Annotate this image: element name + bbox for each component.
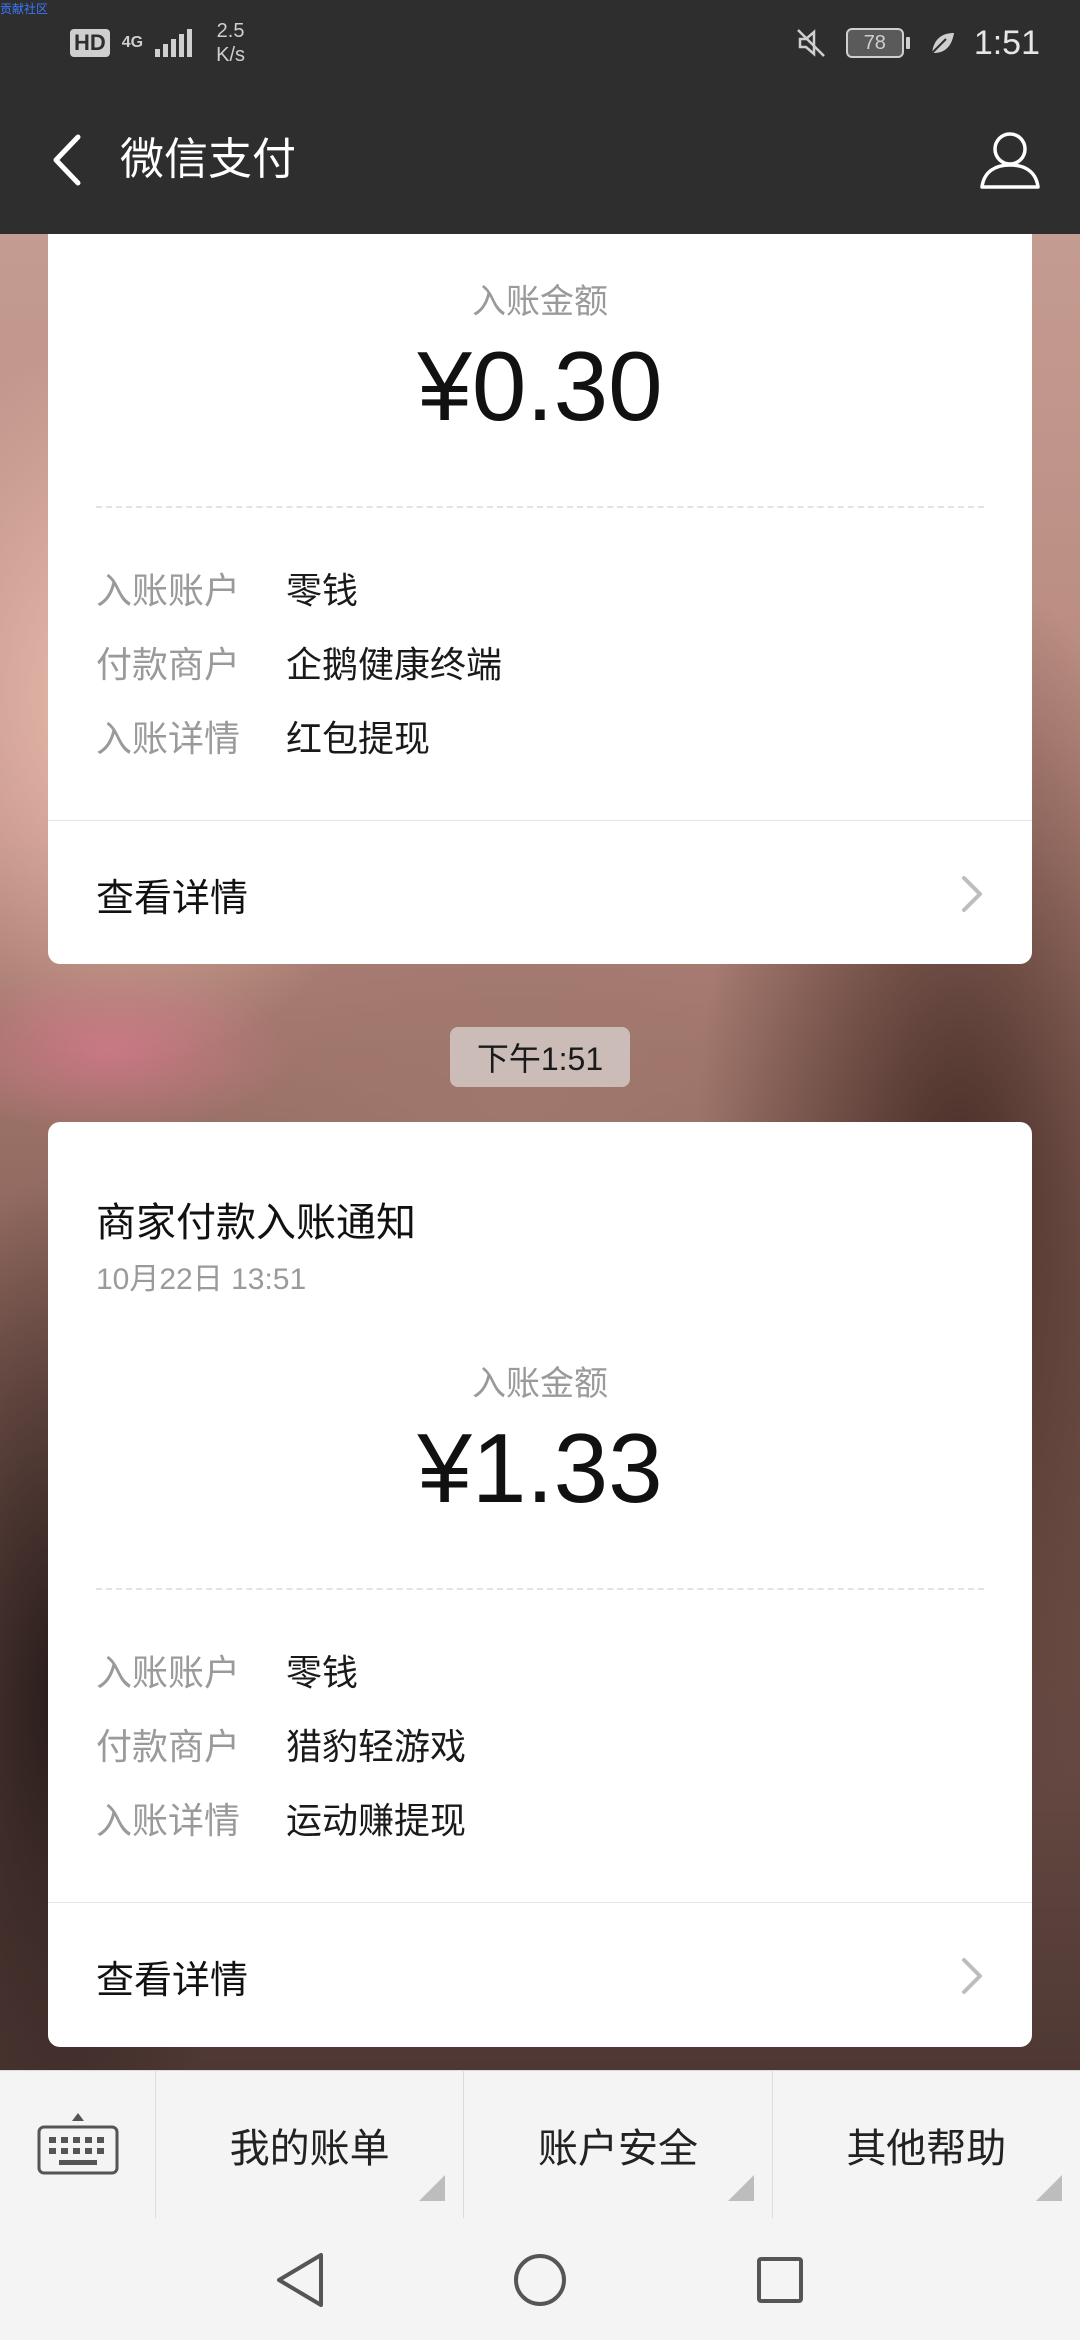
detail-row: 付款商户 企鹅健康终端: [96, 634, 502, 690]
detail-key: 入账账户: [96, 1653, 241, 1694]
nav-home-button[interactable]: [508, 2248, 572, 2312]
bottom-menu: 我的账单 账户安全 其他帮助: [0, 2070, 1080, 2219]
submenu-indicator-icon: [419, 2175, 446, 2201]
circle-home-icon: [514, 2254, 566, 2306]
menu-item-label: 账户安全: [537, 2126, 698, 2172]
signal-strength-icon: [155, 29, 193, 57]
network-type: 4G: [121, 34, 144, 51]
chevron-right-icon: [962, 876, 982, 912]
keyboard-icon: [37, 2113, 119, 2175]
detail-row: 付款商户 猎豹轻游戏: [96, 1716, 466, 1772]
menu-item-my-bills[interactable]: 我的账单: [156, 2071, 465, 2219]
person-icon: [980, 132, 1040, 189]
battery-icon: 78: [845, 28, 910, 58]
detail-value: 猎豹轻游戏: [286, 1727, 467, 1768]
view-details-button[interactable]: 查看详情: [48, 824, 1032, 964]
amount-label: 入账金额: [472, 1364, 608, 1404]
view-details-label: 查看详情: [96, 875, 249, 920]
detail-value: 企鹅健康终端: [286, 645, 503, 686]
detail-row: 入账详情 运动赚提现: [96, 1790, 466, 1846]
watermark-text: 贡献社区: [0, 2, 49, 16]
network-speed: 2.5 K/s: [216, 19, 245, 67]
amount-value: ¥1.33: [417, 1413, 663, 1523]
menu-item-other-help[interactable]: 其他帮助: [773, 2071, 1080, 2219]
detail-value: 运动赚提现: [286, 1801, 467, 1842]
detail-value: 零钱: [286, 571, 359, 612]
app-bar: 微信支付: [0, 86, 1080, 234]
view-details-label: 查看详情: [96, 1957, 249, 2002]
submenu-indicator-icon: [1035, 2175, 1062, 2201]
profile-button[interactable]: [970, 120, 1050, 200]
nav-back-button[interactable]: [268, 2248, 332, 2312]
notice-title: 商家付款入账通知: [96, 1200, 416, 1246]
keyboard-toggle-button[interactable]: [0, 2071, 156, 2219]
battery-level: 78: [845, 28, 904, 58]
detail-row: 入账账户 零钱: [96, 1642, 358, 1698]
detail-row: 入账详情 红包提现: [96, 708, 430, 764]
notice-date: 10月22日 13:51: [96, 1263, 307, 1296]
menu-item-label: 我的账单: [229, 2126, 390, 2172]
amount-value: ¥0.30: [417, 331, 663, 441]
menu-item-account-security[interactable]: 账户安全: [464, 2071, 773, 2219]
detail-row: 入账账户 零钱: [96, 560, 358, 616]
detail-key: 付款商户: [96, 1727, 241, 1768]
menu-item-label: 其他帮助: [846, 2126, 1007, 2172]
square-recents-icon: [757, 2257, 803, 2303]
card-divider: [48, 820, 1032, 821]
status-bar: 贡献社区 HD 4G 2.5 K/s 78 1:51: [0, 0, 1080, 86]
network-speed-unit: K/s: [216, 44, 246, 66]
detail-key: 入账账户: [96, 571, 241, 612]
back-arrow-icon: [53, 134, 81, 186]
detail-key: 入账详情: [96, 1801, 241, 1842]
payment-notice-card: 商家付款入账通知 10月22日 13:51 入账金额 ¥1.33 入账账户 零钱…: [48, 1122, 1032, 2047]
nav-recents-button[interactable]: [748, 2248, 812, 2312]
dashed-divider: [96, 1588, 984, 1590]
detail-value: 零钱: [286, 1653, 359, 1694]
status-time: 1:51: [973, 23, 1040, 62]
system-navigation-bar: [0, 2218, 1080, 2340]
submenu-indicator-icon: [727, 2175, 754, 2201]
detail-value: 红包提现: [286, 719, 431, 760]
network-speed-value: 2.5: [216, 20, 245, 42]
detail-key: 入账详情: [96, 719, 241, 760]
detail-key: 付款商户: [96, 645, 241, 686]
chevron-right-icon: [962, 1958, 982, 1994]
card-divider: [48, 1902, 1032, 1903]
hd-badge: HD: [70, 29, 110, 57]
dashed-divider: [96, 506, 984, 508]
payment-notice-card: 入账金额 ¥0.30 入账账户 零钱 付款商户 企鹅健康终端 入账详情 红包提现…: [48, 234, 1032, 964]
triangle-back-icon: [277, 2253, 323, 2307]
message-timestamp: 下午1:51: [450, 1027, 630, 1087]
amount-label: 入账金额: [472, 282, 608, 322]
view-details-button[interactable]: 查看详情: [48, 1906, 1032, 2046]
mute-icon: [796, 29, 825, 57]
back-button[interactable]: [36, 130, 96, 190]
page-title: 微信支付: [120, 134, 296, 185]
leaf-icon: [931, 33, 954, 54]
